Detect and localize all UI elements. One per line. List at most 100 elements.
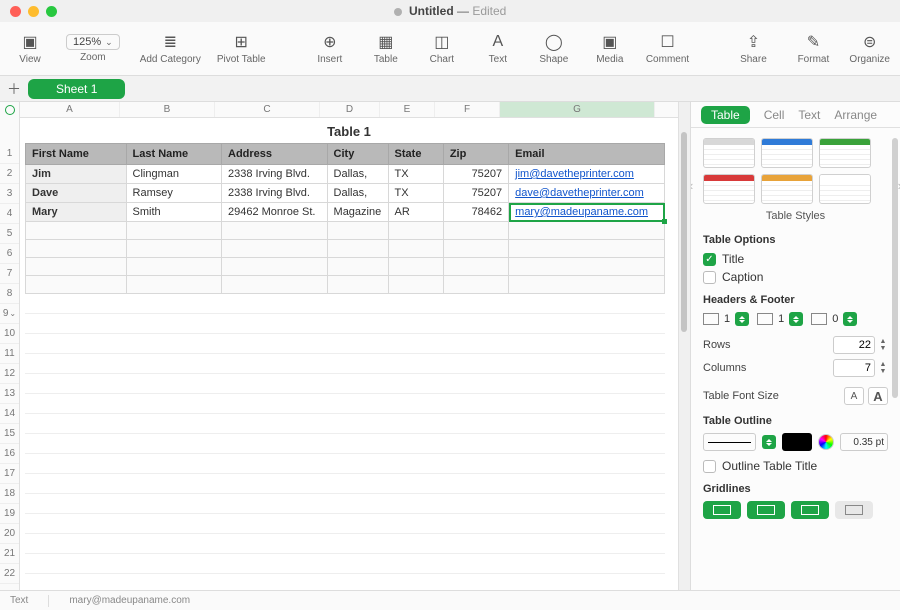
add-sheet-button[interactable]: ＋ bbox=[6, 81, 22, 97]
font-size-increase-button[interactable]: A bbox=[868, 387, 888, 405]
text-button[interactable]: AText bbox=[478, 32, 518, 65]
outline-color-picker-button[interactable] bbox=[818, 434, 834, 450]
table-cell[interactable] bbox=[388, 258, 443, 276]
row-header[interactable]: 1 bbox=[0, 144, 19, 164]
caption-checkbox[interactable] bbox=[703, 271, 716, 284]
row-header[interactable]: 17 bbox=[0, 464, 19, 484]
table-cell[interactable]: AR bbox=[388, 203, 443, 222]
insert-button[interactable]: ⊕Insert bbox=[310, 32, 350, 65]
tab-cell[interactable]: Cell bbox=[764, 108, 785, 122]
table-header-cell[interactable]: Address bbox=[222, 144, 328, 165]
scroll-thumb[interactable] bbox=[681, 132, 687, 332]
stepper-icon[interactable] bbox=[843, 312, 857, 326]
styles-prev-button[interactable]: ‹ bbox=[691, 178, 693, 193]
table-title[interactable]: Table 1 bbox=[20, 118, 678, 143]
table-button[interactable]: ▦Table bbox=[366, 32, 406, 65]
column-header-d[interactable]: D bbox=[320, 102, 380, 117]
table-cell[interactable]: 75207 bbox=[443, 184, 508, 203]
media-button[interactable]: ▣Media bbox=[590, 32, 630, 65]
table-cell[interactable]: Magazine bbox=[327, 203, 388, 222]
table-cell[interactable]: Clingman bbox=[126, 165, 221, 184]
row-header[interactable]: 10 bbox=[0, 324, 19, 344]
table-header-cell[interactable]: State bbox=[388, 144, 443, 165]
share-button[interactable]: ⇪Share bbox=[733, 32, 773, 65]
table-cell[interactable] bbox=[388, 240, 443, 258]
table-cell[interactable] bbox=[443, 240, 508, 258]
table-style-swatch[interactable] bbox=[761, 138, 813, 168]
tab-arrange[interactable]: Arrange bbox=[834, 108, 877, 122]
table-cell[interactable]: Dallas, bbox=[327, 165, 388, 184]
table-cell[interactable]: 2338 Irving Blvd. bbox=[222, 165, 328, 184]
column-header-e[interactable]: E bbox=[380, 102, 435, 117]
view-button[interactable]: ▣ View bbox=[10, 32, 50, 65]
row-header[interactable]: 6 bbox=[0, 244, 19, 264]
row-header[interactable]: 4 bbox=[0, 204, 19, 224]
table-header-cell[interactable]: Last Name bbox=[126, 144, 221, 165]
comment-button[interactable]: ☐Comment bbox=[646, 32, 689, 65]
row-header[interactable]: 18 bbox=[0, 484, 19, 504]
add-category-button[interactable]: ≣ Add Category bbox=[140, 32, 201, 65]
table-cell[interactable]: 78462 bbox=[443, 203, 508, 222]
table-cell[interactable]: dave@davetheprinter.com bbox=[509, 184, 665, 203]
row-header[interactable]: 22 bbox=[0, 564, 19, 584]
row-header[interactable]: 16 bbox=[0, 444, 19, 464]
table-cell[interactable] bbox=[26, 276, 127, 294]
font-size-decrease-button[interactable]: A bbox=[844, 387, 864, 405]
table-cell[interactable] bbox=[509, 240, 665, 258]
table-cell[interactable] bbox=[509, 276, 665, 294]
table-header-cell[interactable]: Zip bbox=[443, 144, 508, 165]
table-cell[interactable]: 29462 Monroe St. bbox=[222, 203, 328, 222]
zoom-control[interactable]: 125% ⌄ Zoom bbox=[66, 32, 120, 65]
table-cell[interactable] bbox=[26, 240, 127, 258]
column-header-f[interactable]: F bbox=[435, 102, 500, 117]
table-cell[interactable] bbox=[126, 276, 221, 294]
row-header[interactable]: 3 bbox=[0, 184, 19, 204]
inspector-scrollbar[interactable] bbox=[892, 138, 898, 398]
table-header-cell[interactable]: Email bbox=[509, 144, 665, 165]
table-cell[interactable]: jim@davetheprinter.com bbox=[509, 165, 665, 184]
table-cell[interactable]: Smith bbox=[126, 203, 221, 222]
table-cell[interactable] bbox=[26, 258, 127, 276]
row-header[interactable]: 19 bbox=[0, 504, 19, 524]
header-cols-stepper[interactable]: 1 bbox=[757, 312, 803, 326]
vertical-scrollbar[interactable] bbox=[678, 102, 690, 590]
columns-stepper[interactable]: ▲▼ bbox=[878, 361, 888, 375]
column-header-a[interactable]: A bbox=[20, 102, 120, 117]
organize-button[interactable]: ⊜Organize bbox=[849, 32, 890, 65]
table-style-swatch[interactable] bbox=[819, 174, 871, 204]
table-cell[interactable] bbox=[443, 222, 508, 240]
row-header[interactable]: 12 bbox=[0, 364, 19, 384]
table-cell[interactable] bbox=[443, 276, 508, 294]
row-header[interactable]: 15 bbox=[0, 424, 19, 444]
rows-stepper[interactable]: ▲▼ bbox=[878, 338, 888, 352]
table-cell[interactable] bbox=[388, 222, 443, 240]
table-cell[interactable] bbox=[26, 222, 127, 240]
table-cell[interactable]: Dallas, bbox=[327, 184, 388, 203]
table-header-cell[interactable]: First Name bbox=[26, 144, 127, 165]
row-header[interactable]: 14 bbox=[0, 404, 19, 424]
table-style-swatch[interactable] bbox=[761, 174, 813, 204]
table-cell[interactable] bbox=[443, 258, 508, 276]
row-header[interactable]: 11 bbox=[0, 344, 19, 364]
stepper-icon[interactable] bbox=[735, 312, 749, 326]
table-cell[interactable]: TX bbox=[388, 165, 443, 184]
sheet-tab[interactable]: Sheet 1 bbox=[28, 79, 125, 99]
table-style-swatch[interactable] bbox=[703, 174, 755, 204]
title-checkbox[interactable]: ✓ bbox=[703, 253, 716, 266]
table-cell[interactable]: Dave bbox=[26, 184, 127, 203]
outline-width-field[interactable]: 0.35 pt bbox=[840, 433, 888, 451]
table-cell[interactable]: 75207 bbox=[443, 165, 508, 184]
table-cell[interactable] bbox=[222, 276, 328, 294]
table-header-cell[interactable]: City bbox=[327, 144, 388, 165]
table-style-swatch[interactable] bbox=[703, 138, 755, 168]
select-all-corner[interactable] bbox=[0, 102, 19, 118]
gridlines-option-2[interactable] bbox=[747, 501, 785, 519]
chart-button[interactable]: ◫Chart bbox=[422, 32, 462, 65]
table-cell[interactable]: 2338 Irving Blvd. bbox=[222, 184, 328, 203]
row-header[interactable]: 2 bbox=[0, 164, 19, 184]
table-cell[interactable]: TX bbox=[388, 184, 443, 203]
table-cell[interactable] bbox=[222, 240, 328, 258]
tab-table[interactable]: Table bbox=[701, 106, 750, 124]
row-header[interactable]: 21 bbox=[0, 544, 19, 564]
table-cell[interactable]: mary@madeupaname.com bbox=[509, 203, 665, 222]
